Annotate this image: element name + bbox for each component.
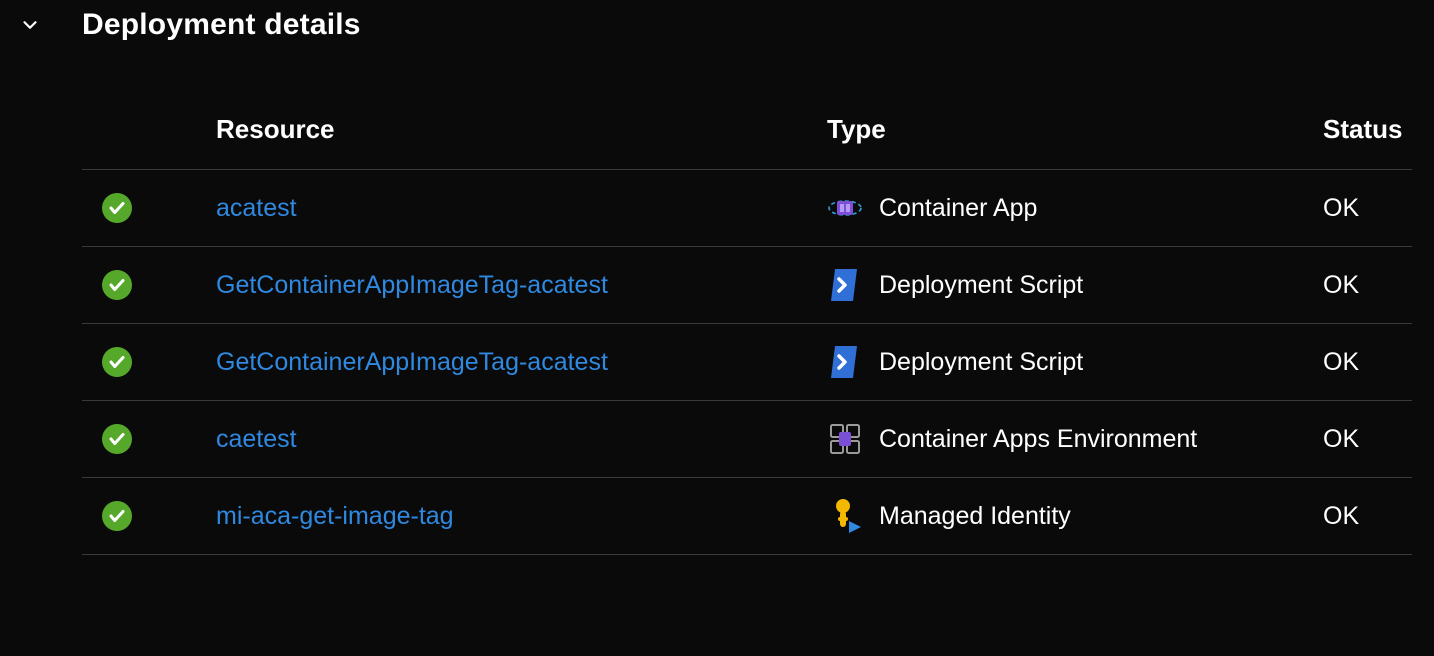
col-resource-header: Resource bbox=[208, 114, 819, 170]
resource-cell: acatest bbox=[208, 170, 819, 247]
type-cell: Managed Identity bbox=[819, 478, 1315, 555]
resource-cell: GetContainerAppImageTag-acatest bbox=[208, 247, 819, 324]
success-check-icon bbox=[102, 347, 132, 377]
type-label: Deployment Script bbox=[879, 271, 1083, 300]
success-check-icon bbox=[102, 270, 132, 300]
type-cell: Deployment Script bbox=[819, 247, 1315, 324]
collapse-chevron-icon[interactable] bbox=[18, 13, 42, 37]
resource-link[interactable]: mi-aca-get-image-tag bbox=[216, 502, 454, 530]
resource-link[interactable]: GetContainerAppImageTag-acatest bbox=[216, 348, 608, 376]
status-cell: OK bbox=[1315, 478, 1412, 555]
resource-link[interactable]: acatest bbox=[216, 194, 297, 222]
deployment-script-icon bbox=[827, 267, 863, 303]
table-row: GetContainerAppImageTag-acatest Deployme… bbox=[82, 324, 1412, 401]
success-check-icon bbox=[102, 501, 132, 531]
status-icon-cell bbox=[82, 401, 208, 478]
status-cell: OK bbox=[1315, 401, 1412, 478]
status-icon-cell bbox=[82, 324, 208, 401]
col-status-header: Status bbox=[1315, 114, 1412, 170]
deployment-script-icon bbox=[827, 344, 863, 380]
success-check-icon bbox=[102, 424, 132, 454]
success-check-icon bbox=[102, 193, 132, 223]
status-cell: OK bbox=[1315, 170, 1412, 247]
col-type-header: Type bbox=[819, 114, 1315, 170]
table-header-row: Resource Type Status bbox=[82, 114, 1412, 170]
deployment-details-panel: Deployment details Resource Type Status … bbox=[0, 0, 1434, 555]
type-cell: Deployment Script bbox=[819, 324, 1315, 401]
table-row: GetContainerAppImageTag-acatest Deployme… bbox=[82, 247, 1412, 324]
resource-cell: GetContainerAppImageTag-acatest bbox=[208, 324, 819, 401]
deployment-details-table: Resource Type Status acatest bbox=[82, 114, 1412, 555]
resource-cell: caetest bbox=[208, 401, 819, 478]
container-apps-environment-icon bbox=[827, 421, 863, 457]
section-title: Deployment details bbox=[82, 8, 361, 42]
type-cell: Container Apps Environment bbox=[819, 401, 1315, 478]
container-app-icon bbox=[827, 190, 863, 226]
resource-link[interactable]: caetest bbox=[216, 425, 297, 453]
type-cell: Container App bbox=[819, 170, 1315, 247]
table-row: mi-aca-get-image-tag Managed Identi bbox=[82, 478, 1412, 555]
type-label: Managed Identity bbox=[879, 502, 1071, 531]
status-icon-cell bbox=[82, 247, 208, 324]
type-label: Container App bbox=[879, 194, 1037, 223]
status-icon-cell bbox=[82, 170, 208, 247]
section-header: Deployment details bbox=[0, 4, 1434, 42]
status-cell: OK bbox=[1315, 324, 1412, 401]
resource-link[interactable]: GetContainerAppImageTag-acatest bbox=[216, 271, 608, 299]
type-label: Container Apps Environment bbox=[879, 425, 1197, 454]
resource-cell: mi-aca-get-image-tag bbox=[208, 478, 819, 555]
status-icon-cell bbox=[82, 478, 208, 555]
col-status-icon bbox=[82, 114, 208, 170]
type-label: Deployment Script bbox=[879, 348, 1083, 377]
table-row: acatest Container App bbox=[82, 170, 1412, 247]
table-row: caetest Container bbox=[82, 401, 1412, 478]
managed-identity-icon bbox=[827, 498, 863, 534]
status-cell: OK bbox=[1315, 247, 1412, 324]
